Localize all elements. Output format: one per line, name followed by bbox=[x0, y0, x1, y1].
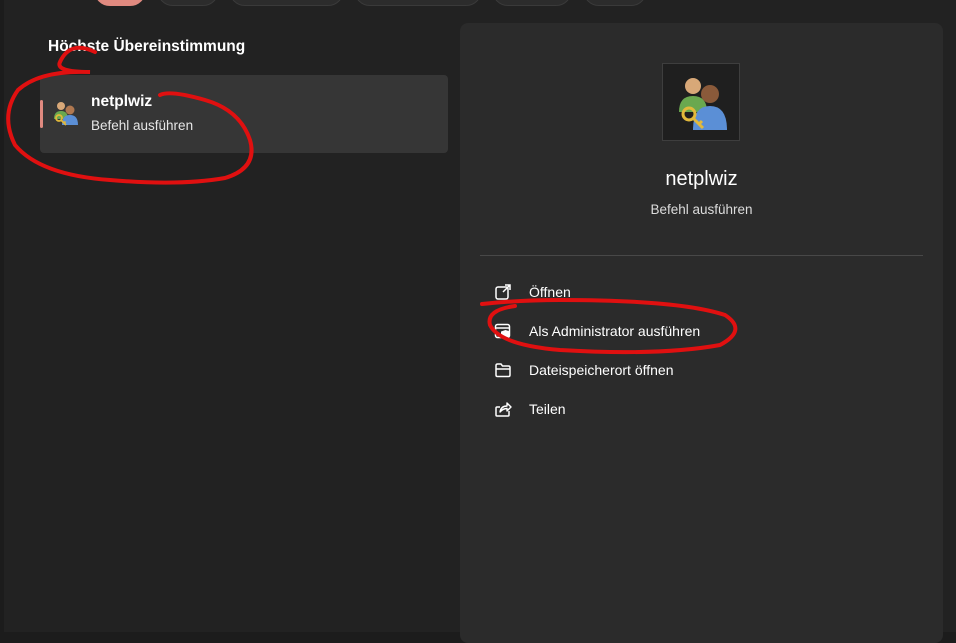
folder-icon bbox=[494, 361, 512, 379]
preview-pane: netplwiz Befehl ausführen Öffnen Als Adm… bbox=[460, 23, 943, 643]
filter-pill[interactable] bbox=[354, 0, 482, 6]
action-open-file-location[interactable]: Dateispeicherort öffnen bbox=[494, 356, 794, 384]
result-name: netplwiz bbox=[91, 93, 153, 110]
preview-app-type: Befehl ausführen bbox=[650, 202, 753, 217]
filter-pill-active[interactable] bbox=[94, 0, 146, 6]
filter-pill[interactable] bbox=[583, 0, 647, 6]
action-run-as-admin[interactable]: Als Administrator ausführen bbox=[494, 317, 794, 345]
action-label: Teilen bbox=[529, 401, 566, 417]
users-key-icon bbox=[52, 99, 80, 127]
best-match-heading: Höchste Übereinstimmung bbox=[48, 38, 246, 55]
action-open[interactable]: Öffnen bbox=[494, 278, 794, 306]
admin-shield-icon bbox=[494, 322, 512, 340]
open-external-icon bbox=[494, 283, 512, 301]
filter-bar bbox=[0, 0, 956, 8]
action-label: Öffnen bbox=[529, 284, 571, 300]
action-share[interactable]: Teilen bbox=[494, 395, 794, 423]
action-label: Dateispeicherort öffnen bbox=[529, 362, 674, 378]
filter-pill[interactable] bbox=[492, 0, 572, 6]
selection-indicator bbox=[40, 100, 43, 128]
filter-pill[interactable] bbox=[229, 0, 344, 6]
action-label: Als Administrator ausführen bbox=[529, 323, 701, 339]
result-type: Befehl ausführen bbox=[91, 118, 194, 133]
best-match-result[interactable]: netplwiz Befehl ausführen bbox=[40, 75, 448, 153]
preview-app-name: netplwiz bbox=[665, 168, 738, 190]
filter-pill[interactable] bbox=[157, 0, 219, 6]
users-key-icon bbox=[662, 63, 740, 141]
divider bbox=[480, 255, 923, 256]
share-icon bbox=[494, 400, 512, 418]
